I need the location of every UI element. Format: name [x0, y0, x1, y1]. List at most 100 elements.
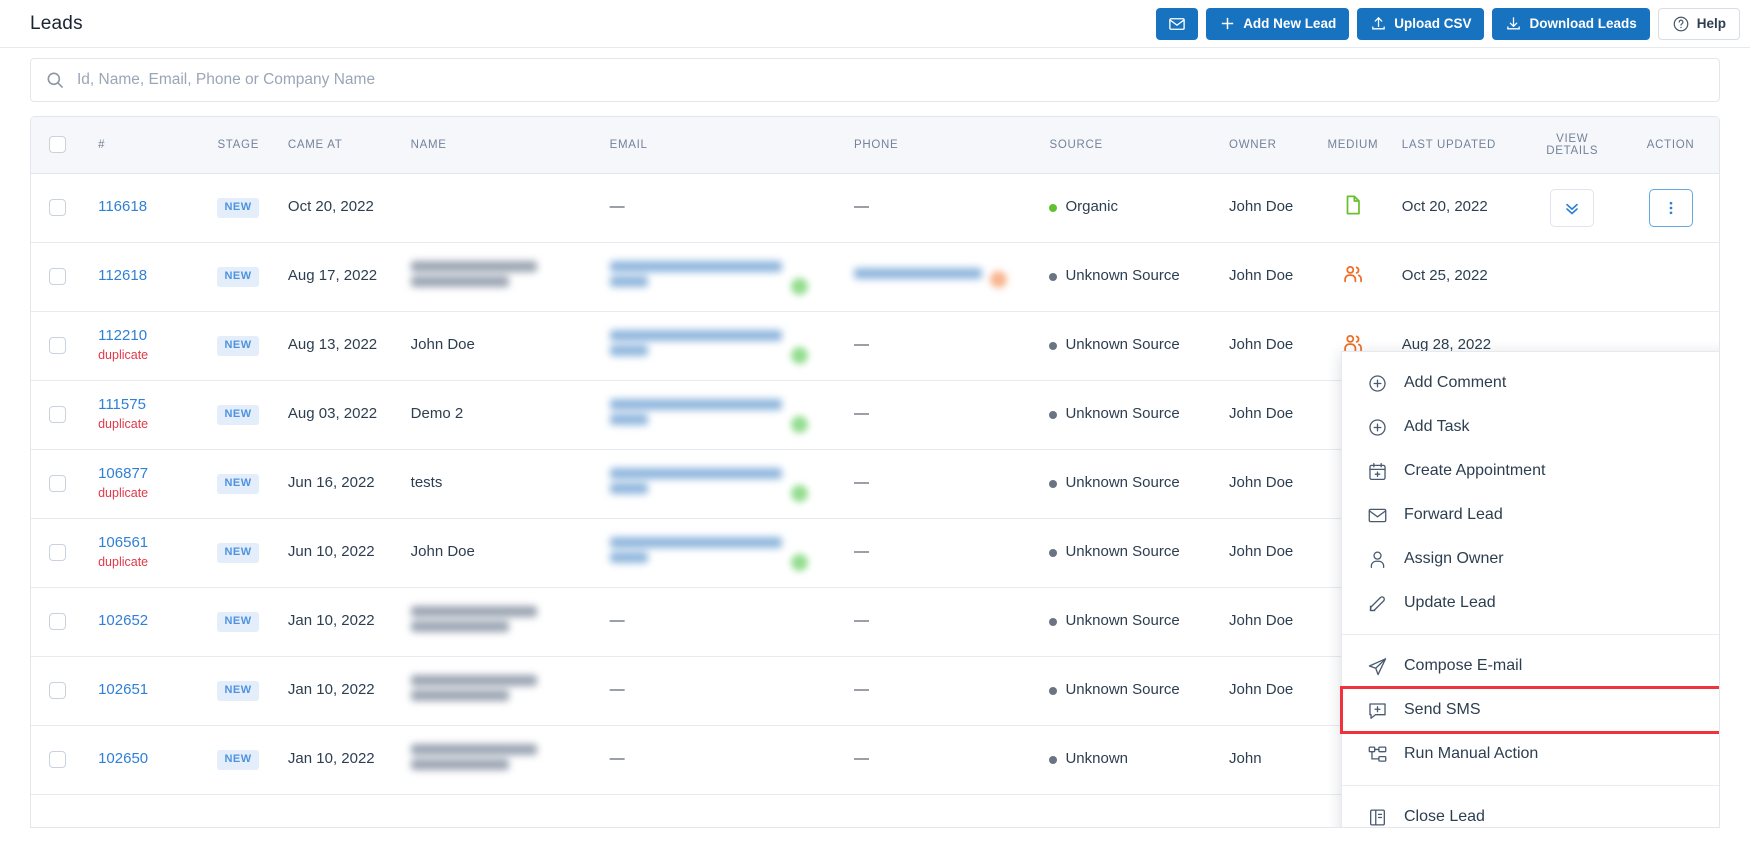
question-circle-icon: [1672, 15, 1690, 33]
cell-came-at: Jun 10, 2022: [280, 518, 403, 587]
row-checkbox[interactable]: [49, 337, 66, 354]
col-header-phone[interactable]: PHONE: [846, 117, 1042, 173]
lead-id-link[interactable]: 106877: [98, 465, 148, 482]
menu-item-forward-lead[interactable]: Forward Lead: [1342, 493, 1720, 537]
menu-item-add-task[interactable]: Add Task: [1342, 405, 1720, 449]
source-status-dot: [1049, 411, 1057, 419]
stage-badge: NEW: [217, 474, 258, 494]
cell-stage: NEW: [209, 380, 279, 449]
row-checkbox[interactable]: [49, 268, 66, 285]
stage-badge: NEW: [217, 267, 258, 287]
row-action-menu[interactable]: Add Comment Add Task Create Appointment …: [1341, 351, 1720, 828]
menu-item-add-comment[interactable]: Add Comment: [1342, 361, 1720, 405]
cell-came-at: Aug 03, 2022: [280, 380, 403, 449]
col-header-source[interactable]: SOURCE: [1041, 117, 1221, 173]
col-header-stage[interactable]: STAGE: [209, 117, 279, 173]
row-checkbox[interactable]: [49, 544, 66, 561]
menu-item-assign-owner[interactable]: Assign Owner: [1342, 537, 1720, 581]
cell-name: [403, 173, 602, 242]
cell-owner: John Doe: [1221, 173, 1312, 242]
page-title: Leads: [30, 13, 83, 35]
menu-item-compose-e-mail[interactable]: Compose E-mail: [1342, 644, 1720, 688]
lead-id-link[interactable]: 111575: [98, 396, 146, 413]
row-action-menu-button[interactable]: [1649, 189, 1693, 227]
col-header-action: ACTION: [1622, 117, 1719, 173]
menu-item-close-lead[interactable]: Close Lead: [1342, 795, 1720, 828]
row-checkbox[interactable]: [49, 199, 66, 216]
cell-email: —: [602, 587, 846, 656]
cell-source: Unknown Source: [1041, 587, 1221, 656]
cell-stage: NEW: [209, 656, 279, 725]
row-checkbox[interactable]: [49, 682, 66, 699]
edit-pencil-icon: [1366, 593, 1388, 614]
cell-email: [602, 242, 846, 311]
view-details-button[interactable]: [1550, 189, 1594, 227]
select-all-checkbox[interactable]: [49, 136, 66, 153]
cell-source: Unknown Source: [1041, 242, 1221, 311]
menu-item-run-manual-action[interactable]: Run Manual Action: [1342, 732, 1720, 776]
menu-item-label: Add Task: [1404, 418, 1470, 436]
cell-medium: [1312, 173, 1394, 242]
col-header-medium[interactable]: MEDIUM: [1312, 117, 1394, 173]
menu-item-label: Run Manual Action: [1404, 745, 1538, 763]
row-checkbox[interactable]: [49, 475, 66, 492]
download-leads-button[interactable]: Download Leads: [1492, 8, 1649, 40]
duplicate-label: duplicate: [98, 417, 201, 433]
col-header-email[interactable]: EMAIL: [602, 117, 846, 173]
menu-item-label: Send SMS: [1404, 701, 1480, 719]
lead-id-link[interactable]: 116618: [98, 198, 147, 215]
sitemap-icon: [1366, 744, 1388, 765]
cell-came-at: Jan 10, 2022: [280, 725, 403, 794]
menu-item-create-appointment[interactable]: Create Appointment: [1342, 449, 1720, 493]
help-button[interactable]: Help: [1658, 8, 1740, 40]
table-row[interactable]: 112618 NEW Aug 17, 2022 Unknown Source J…: [31, 242, 1719, 311]
cell-name: [403, 725, 602, 794]
row-checkbox[interactable]: [49, 613, 66, 630]
cell-name: [403, 587, 602, 656]
upload-csv-button[interactable]: Upload CSV: [1357, 8, 1484, 40]
add-new-lead-button[interactable]: Add New Lead: [1206, 8, 1349, 40]
source-label: Unknown Source: [1065, 474, 1179, 493]
row-select-cell: [31, 173, 90, 242]
cell-phone: —: [846, 587, 1042, 656]
menu-item-update-lead[interactable]: Update Lead: [1342, 581, 1720, 625]
cell-view-details: [1522, 173, 1622, 242]
lead-id-link[interactable]: 102650: [98, 750, 148, 767]
lead-id-link[interactable]: 112618: [98, 267, 147, 284]
stage-badge: NEW: [217, 681, 258, 701]
cell-phone: —: [846, 656, 1042, 725]
col-header-last-updated[interactable]: LAST UPDATED: [1394, 117, 1522, 173]
cell-id: 111575 duplicate: [90, 380, 209, 449]
lead-id-link[interactable]: 106561: [98, 534, 148, 551]
email-button[interactable]: [1156, 8, 1198, 40]
table-row[interactable]: 116618 NEW Oct 20, 2022 — — Organic John…: [31, 173, 1719, 242]
col-header-owner[interactable]: OWNER: [1221, 117, 1312, 173]
message-plus-icon: [1366, 700, 1388, 721]
cell-name: Demo 2: [403, 380, 602, 449]
col-header-name[interactable]: NAME: [403, 117, 602, 173]
row-checkbox[interactable]: [49, 751, 66, 768]
upload-icon: [1370, 15, 1387, 32]
search-box[interactable]: [30, 58, 1720, 102]
cell-came-at: Jun 16, 2022: [280, 449, 403, 518]
cell-owner: John Doe: [1221, 242, 1312, 311]
lead-id-link[interactable]: 102651: [98, 681, 148, 698]
cell-email: [602, 518, 846, 587]
row-checkbox[interactable]: [49, 406, 66, 423]
col-header-id[interactable]: #: [90, 117, 209, 173]
lead-id-link[interactable]: 102652: [98, 612, 148, 629]
cell-phone: [846, 242, 1042, 311]
row-select-cell: [31, 449, 90, 518]
cell-phone: —: [846, 380, 1042, 449]
menu-item-send-sms[interactable]: Send SMS: [1342, 688, 1720, 732]
cell-stage: NEW: [209, 242, 279, 311]
lead-id-link[interactable]: 112210: [98, 327, 147, 344]
col-header-came-at[interactable]: CAME AT: [280, 117, 403, 173]
plus-icon: [1219, 15, 1236, 32]
search-input[interactable]: [77, 59, 1705, 101]
cell-last-updated: Oct 20, 2022: [1394, 173, 1522, 242]
plus-circle-icon: [1366, 373, 1388, 394]
source-label: Unknown Source: [1065, 267, 1179, 286]
calendar-plus-icon: [1366, 461, 1388, 482]
source-status-dot: [1049, 687, 1057, 695]
